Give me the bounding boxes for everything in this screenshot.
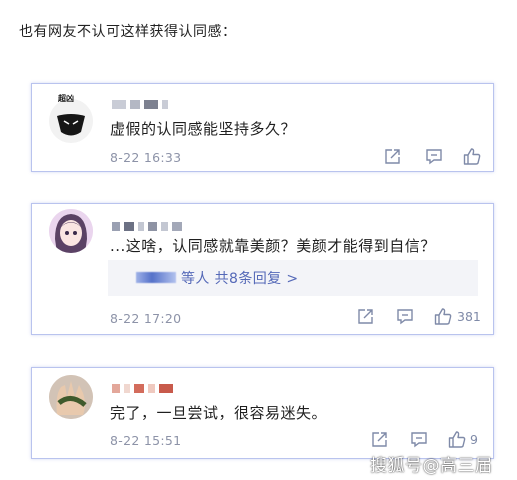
replies-box[interactable]: 等人 共8条回复 > [108, 260, 478, 296]
replies-link[interactable]: 等人 共8条回复 > [181, 268, 299, 288]
username-blurred [112, 216, 186, 231]
share-icon[interactable] [371, 431, 388, 448]
reply-icon[interactable] [396, 308, 414, 325]
comment-text: 虚假的认同感能坚持多久？ [110, 120, 297, 138]
username-blurred [112, 378, 177, 393]
avatar-image [49, 99, 93, 143]
comment-date: 8-22 15:51 [110, 433, 182, 448]
like-icon [448, 431, 466, 448]
comment-date: 8-22 17:20 [110, 311, 182, 326]
like-button[interactable]: 9 [448, 431, 478, 448]
comment-actions [384, 148, 485, 165]
avatar-image [49, 209, 93, 253]
comment-date: 8-22 16:33 [110, 150, 182, 165]
comment-card: 超凶 虚假的认同感能坚持多久？ 8-22 16:33 [31, 83, 494, 172]
comment-text: ...这啥，认同感就靠美颜？美颜才能得到自信？ [110, 237, 436, 255]
share-icon[interactable] [384, 148, 401, 165]
like-icon [463, 148, 481, 165]
intro-text: 也有网友不认可这样获得认同感： [19, 24, 237, 40]
comment-card: 完了，一旦尝试，很容易迷失。 8-22 15:51 9 [31, 367, 494, 459]
like-button[interactable] [463, 148, 485, 165]
username-blurred [112, 94, 172, 109]
watermark: 搜狐号@高三届 [370, 456, 493, 476]
share-icon[interactable] [357, 308, 374, 325]
comment-actions: 381 [357, 308, 481, 325]
avatar[interactable] [49, 375, 93, 419]
avatar-image [49, 375, 93, 419]
avatar-badge: 超凶 [58, 94, 74, 103]
avatar[interactable] [49, 99, 93, 143]
comment-text: 完了，一旦尝试，很容易迷失。 [110, 404, 328, 422]
avatar[interactable] [49, 209, 93, 253]
like-icon [434, 308, 452, 325]
reply-users-blurred [136, 272, 176, 283]
like-count: 9 [470, 432, 478, 447]
reply-icon[interactable] [410, 431, 428, 448]
comment-card: ...这啥，认同感就靠美颜？美颜才能得到自信？ 等人 共8条回复 > 8-22 … [31, 203, 494, 335]
reply-icon[interactable] [425, 148, 443, 165]
comment-actions: 9 [371, 431, 478, 448]
like-button[interactable]: 381 [434, 308, 481, 325]
like-count: 381 [457, 309, 481, 324]
